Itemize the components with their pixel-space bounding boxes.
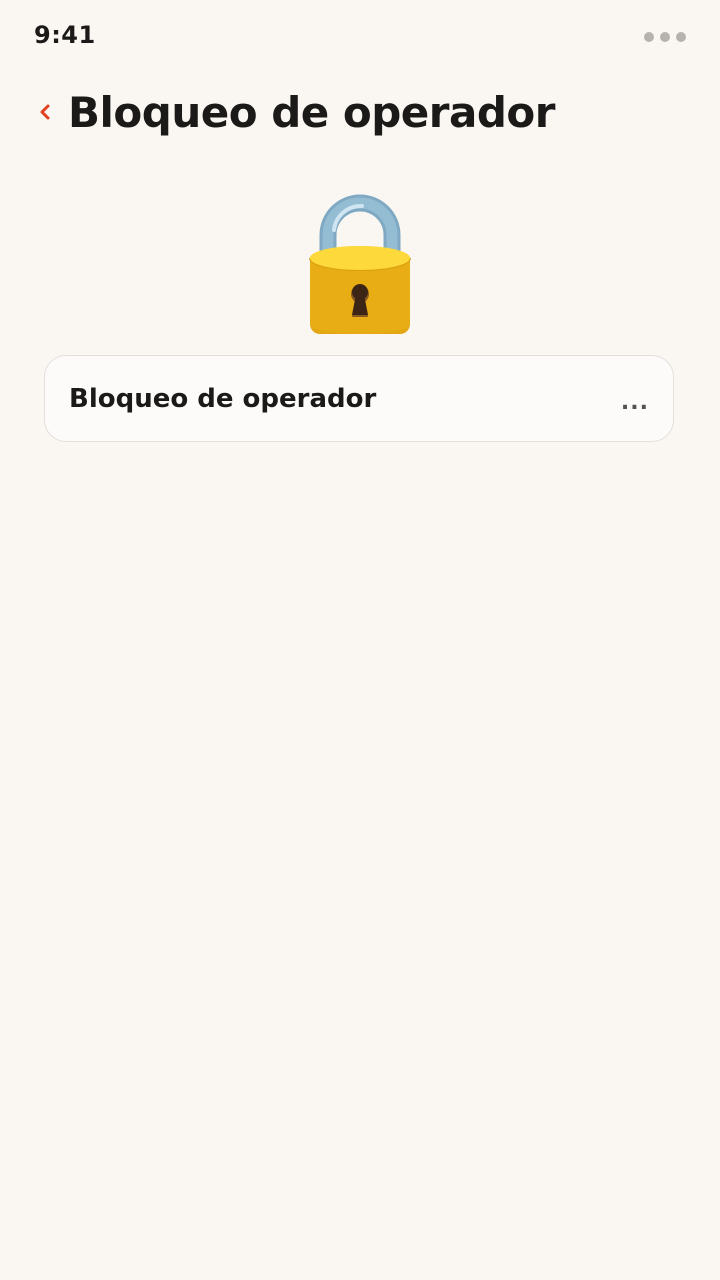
status-bar: 9:41 <box>0 0 720 74</box>
setting-row-carrier-lock[interactable]: Bloqueo de operador ... <box>44 355 674 442</box>
back-button[interactable] <box>38 92 64 132</box>
more-dots-icon <box>644 32 686 42</box>
screen: 9:41 Bloqueo de operador Bloqueo de oper… <box>0 0 720 1280</box>
padlock-icon <box>300 190 420 340</box>
header: Bloqueo de operador <box>38 82 555 142</box>
page-title: Bloqueo de operador <box>68 87 555 137</box>
status-time: 9:41 <box>34 21 96 49</box>
setting-value: ... <box>620 390 649 415</box>
setting-label: Bloqueo de operador <box>69 383 377 414</box>
chevron-left-icon <box>40 104 50 120</box>
